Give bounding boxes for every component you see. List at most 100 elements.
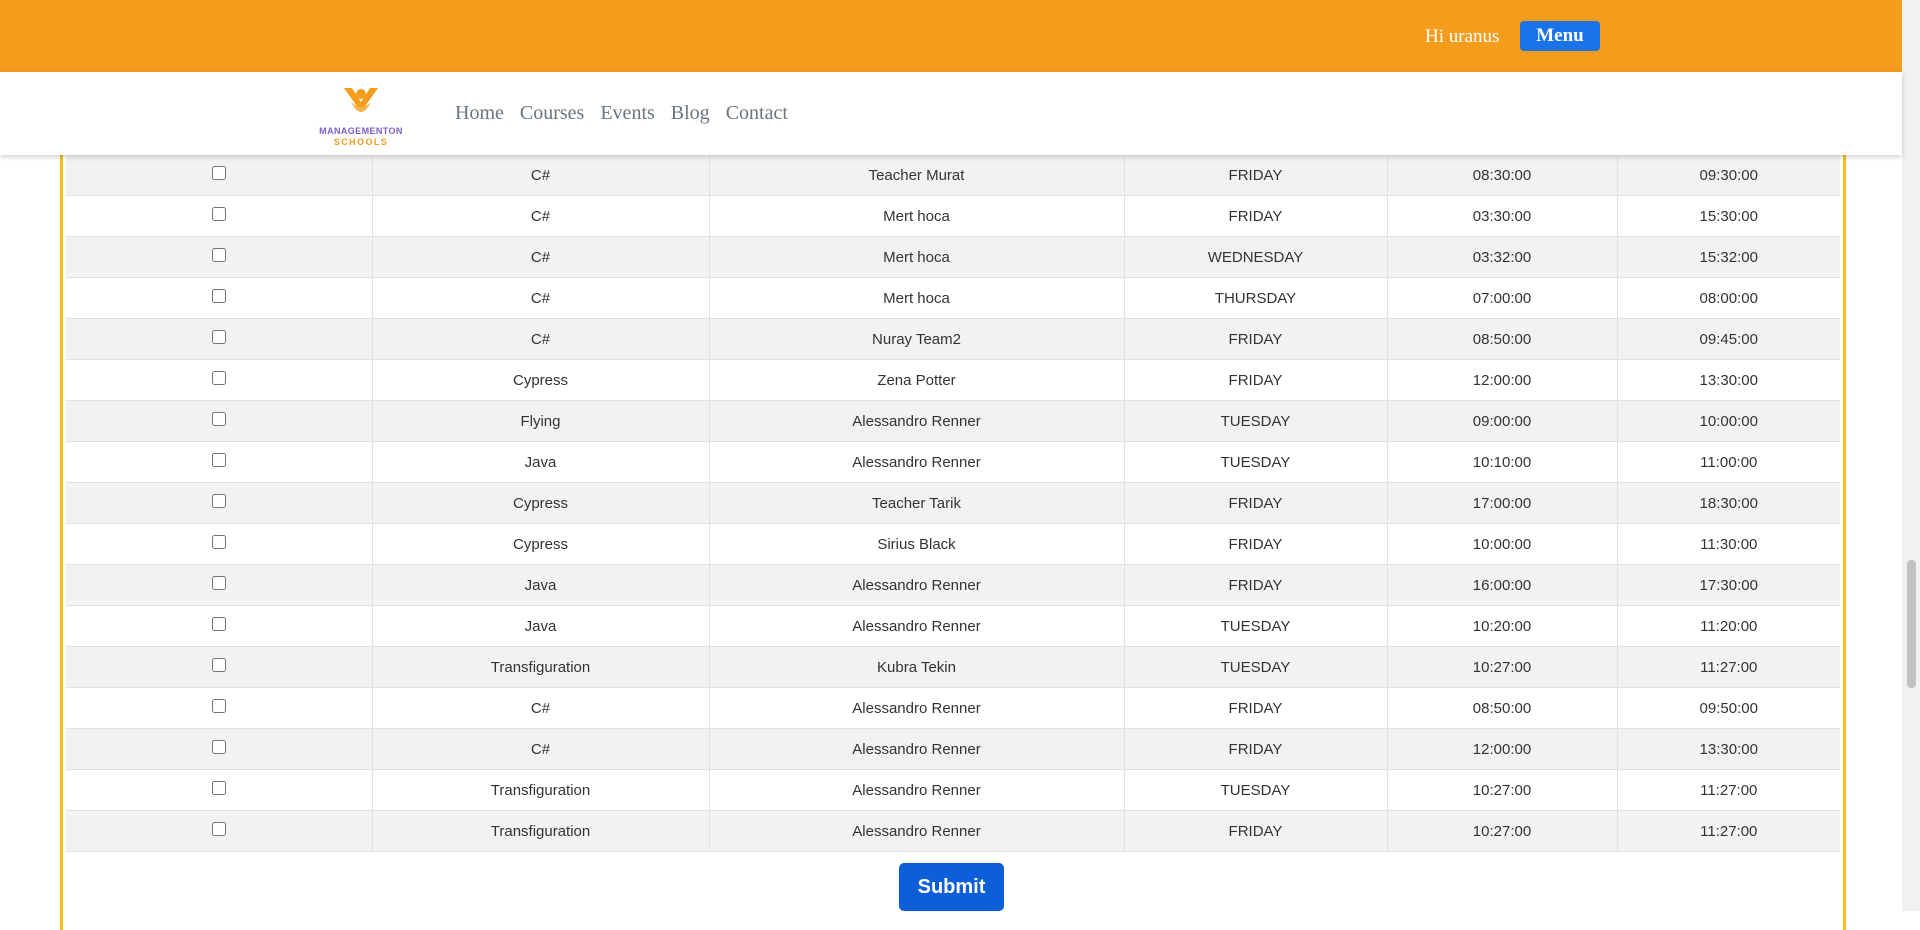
end-time-cell: 09:30:00 — [1617, 154, 1840, 196]
end-time-cell: 09:45:00 — [1617, 318, 1840, 360]
row-select-checkbox[interactable] — [211, 781, 226, 795]
nav-bar: MANAGEMENTON SCHOOLS Home Courses Events… — [0, 72, 1902, 155]
logo-emblem-icon — [344, 88, 378, 112]
teacher-name-cell: Alessandro Renner — [709, 810, 1125, 852]
row-select-checkbox[interactable] — [211, 576, 226, 590]
day-cell: FRIDAY — [1124, 195, 1388, 237]
end-time-cell: 10:00:00 — [1617, 400, 1840, 442]
day-cell: FRIDAY — [1124, 687, 1388, 729]
day-cell: FRIDAY — [1124, 482, 1388, 524]
nav-link-events[interactable]: Events — [600, 102, 654, 125]
table-row: C# Teacher Murat FRIDAY 08:30:00 09:30:00 — [66, 154, 1840, 196]
start-time-cell: 10:10:00 — [1387, 441, 1618, 483]
start-time-cell: 10:20:00 — [1387, 605, 1618, 647]
row-select-checkbox[interactable] — [211, 535, 226, 549]
day-cell: TUESDAY — [1124, 441, 1388, 483]
teacher-name-cell: Mert hoca — [709, 195, 1125, 237]
user-greeting: Hi uranus — [1425, 26, 1500, 47]
select-cell — [66, 810, 373, 852]
row-select-checkbox[interactable] — [211, 371, 226, 385]
start-time-cell: 10:27:00 — [1387, 810, 1618, 852]
lesson-name-cell: C# — [372, 154, 710, 196]
start-time-cell: 07:00:00 — [1387, 277, 1618, 319]
row-select-checkbox[interactable] — [211, 617, 226, 631]
menu-button[interactable]: Menu — [1520, 21, 1600, 51]
day-cell: FRIDAY — [1124, 728, 1388, 770]
day-cell: FRIDAY — [1124, 154, 1388, 196]
start-time-cell: 16:00:00 — [1387, 564, 1618, 606]
table-row: Cypress Zena Potter FRIDAY 12:00:00 13:30:00 — [66, 359, 1840, 401]
teacher-name-cell: Alessandro Renner — [709, 441, 1125, 483]
day-cell: TUESDAY — [1124, 769, 1388, 811]
row-select-checkbox[interactable] — [211, 289, 226, 303]
end-time-cell: 11:00:00 — [1617, 441, 1840, 483]
lesson-name-cell: C# — [372, 318, 710, 360]
end-time-cell: 15:32:00 — [1617, 236, 1840, 278]
logo-text-line2: SCHOOLS — [333, 137, 389, 147]
logo-text-line1: MANAGEMENTON — [319, 126, 403, 136]
scrollbar-thumb[interactable] — [1907, 560, 1916, 688]
submit-button[interactable]: Submit — [899, 863, 1004, 911]
row-select-checkbox[interactable] — [211, 699, 226, 713]
select-cell — [66, 728, 373, 770]
day-cell: TUESDAY — [1124, 605, 1388, 647]
table-row: C# Mert hoca FRIDAY 03:30:00 15:30:00 — [66, 195, 1840, 237]
table-row: Cypress Sirius Black FRIDAY 10:00:00 11:30:0… — [66, 523, 1840, 565]
row-select-checkbox[interactable] — [211, 822, 226, 836]
row-select-checkbox[interactable] — [211, 740, 226, 754]
nav-link-courses[interactable]: Courses — [520, 102, 584, 125]
lesson-name-cell: C# — [372, 728, 710, 770]
table-row: Transfiguration Alessandro Renner FRIDAY 10… — [66, 810, 1840, 852]
end-time-cell: 18:30:00 — [1617, 482, 1840, 524]
lesson-schedule-table: C# Teacher Murat FRIDAY 08:30:00 09:30:00 C# M… — [66, 154, 1840, 852]
start-time-cell: 08:50:00 — [1387, 318, 1618, 360]
lesson-name-cell: C# — [372, 195, 710, 237]
row-select-checkbox[interactable] — [211, 658, 226, 672]
school-logo[interactable]: MANAGEMENTON SCHOOLS — [308, 82, 414, 147]
start-time-cell: 10:27:00 — [1387, 769, 1618, 811]
start-time-cell: 09:00:00 — [1387, 400, 1618, 442]
day-cell: TUESDAY — [1124, 646, 1388, 688]
teacher-name-cell: Zena Potter — [709, 359, 1125, 401]
table-row: Transfiguration Kubra Tekin TUESDAY 10:27:0… — [66, 646, 1840, 688]
nav-link-blog[interactable]: Blog — [671, 102, 710, 125]
lesson-name-cell: Transfiguration — [372, 646, 710, 688]
end-time-cell: 13:30:00 — [1617, 359, 1840, 401]
table-row: C# Mert hoca THURSDAY 07:00:00 08:00:00 — [66, 277, 1840, 319]
start-time-cell: 17:00:00 — [1387, 482, 1618, 524]
row-select-checkbox[interactable] — [211, 330, 226, 344]
row-select-checkbox[interactable] — [211, 248, 226, 262]
teacher-name-cell: Mert hoca — [709, 236, 1125, 278]
teacher-name-cell: Alessandro Renner — [709, 400, 1125, 442]
teacher-name-cell: Nuray Team2 — [709, 318, 1125, 360]
row-select-checkbox[interactable] — [211, 166, 226, 180]
table-row: Cypress Teacher Tarik FRIDAY 17:00:00 18:30:… — [66, 482, 1840, 524]
teacher-name-cell: Sirius Black — [709, 523, 1125, 565]
start-time-cell: 10:00:00 — [1387, 523, 1618, 565]
row-select-checkbox[interactable] — [211, 494, 226, 508]
lesson-name-cell: Cypress — [372, 523, 710, 565]
teacher-name-cell: Teacher Murat — [709, 154, 1125, 196]
table-row: Java Alessandro Renner TUESDAY 10:10:00 11:0… — [66, 441, 1840, 483]
lesson-name-cell: Java — [372, 564, 710, 606]
select-cell — [66, 236, 373, 278]
row-select-checkbox[interactable] — [211, 453, 226, 467]
day-cell: THURSDAY — [1124, 277, 1388, 319]
nav-link-home[interactable]: Home — [455, 102, 504, 125]
end-time-cell: 17:30:00 — [1617, 564, 1840, 606]
end-time-cell: 08:00:00 — [1617, 277, 1840, 319]
table-row: Transfiguration Alessandro Renner TUESDAY 1… — [66, 769, 1840, 811]
end-time-cell: 11:20:00 — [1617, 605, 1840, 647]
table-row: C# Mert hoca WEDNESDAY 03:32:00 15:32:00 — [66, 236, 1840, 278]
end-time-cell: 13:30:00 — [1617, 728, 1840, 770]
teacher-name-cell: Alessandro Renner — [709, 564, 1125, 606]
page-scrollbar[interactable] — [1902, 0, 1920, 911]
lesson-name-cell: Java — [372, 605, 710, 647]
lesson-name-cell: Transfiguration — [372, 769, 710, 811]
row-select-checkbox[interactable] — [211, 207, 226, 221]
teacher-name-cell: Alessandro Renner — [709, 769, 1125, 811]
nav-link-contact[interactable]: Contact — [726, 102, 788, 125]
day-cell: WEDNESDAY — [1124, 236, 1388, 278]
lesson-name-cell: Transfiguration — [372, 810, 710, 852]
row-select-checkbox[interactable] — [211, 412, 226, 426]
